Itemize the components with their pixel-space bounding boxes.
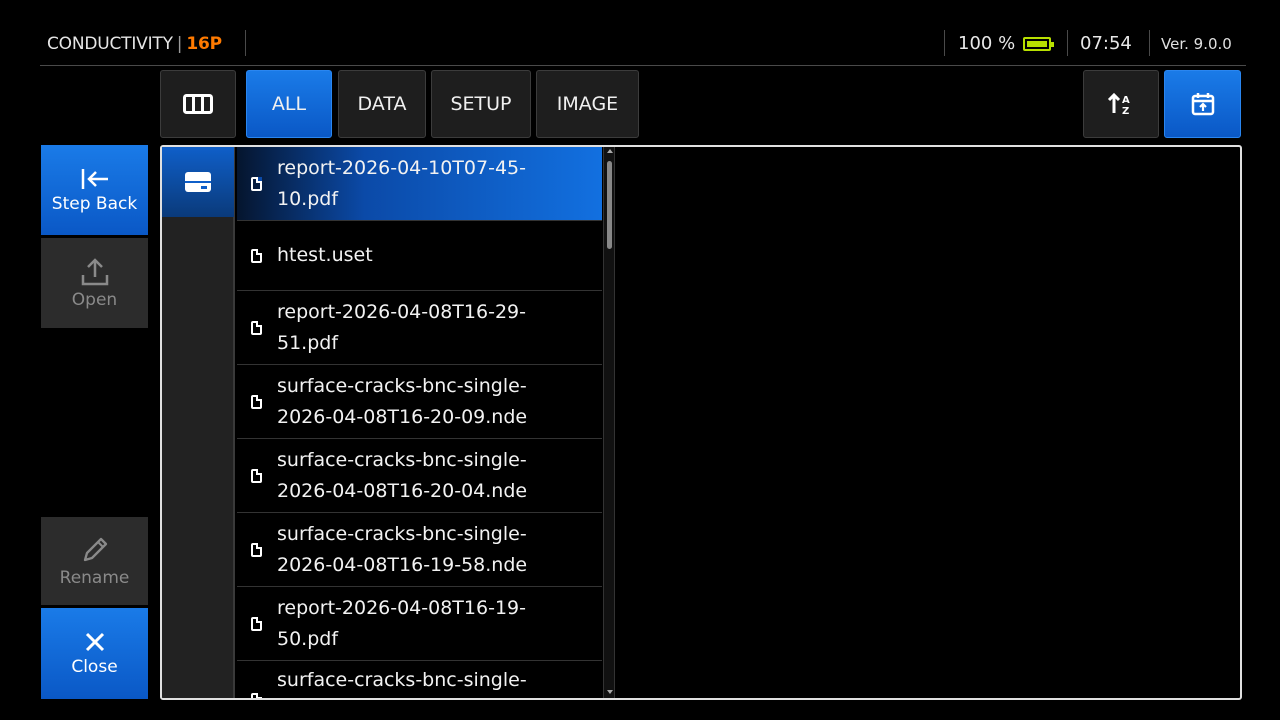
step-back-icon: [81, 168, 108, 189]
file-row[interactable]: htest.uset: [237, 221, 602, 291]
close-icon: [85, 632, 104, 652]
svg-text:A: A: [1122, 95, 1130, 106]
file-name: report-2026-04-08T16-29- 51.pdf: [277, 300, 526, 354]
file-row[interactable]: report-2026-04-08T16-19- 50.pdf: [237, 587, 602, 661]
divider: [1067, 30, 1068, 56]
internal-storage-button[interactable]: [162, 147, 234, 217]
filter-all-tab[interactable]: ALL: [246, 70, 332, 138]
sort-alpha-icon: A Z: [1107, 92, 1130, 116]
columns-icon: [183, 94, 213, 114]
rename-button[interactable]: Rename: [41, 517, 148, 605]
scroll-thumb[interactable]: [607, 161, 612, 249]
file-row[interactable]: surface-cracks-bnc-single- 2026-04-08T16…: [237, 439, 602, 513]
battery-status: 100 %: [958, 33, 1055, 54]
mode-separator: |: [176, 34, 183, 54]
version-label: Ver. 9.0.0: [1161, 35, 1232, 53]
file-icon: [251, 468, 262, 483]
status-bar: CONDUCTIVITY | 16P 100 % 07:54 Ver. 9.0.0: [40, 24, 1246, 66]
file-icon: [251, 320, 262, 335]
mode-label: CONDUCTIVITY: [47, 34, 173, 54]
battery-icon: [1023, 36, 1055, 51]
rename-label: Rename: [59, 567, 130, 588]
file-name: htest.uset: [277, 244, 373, 266]
file-row[interactable]: report-2026-04-10T07-45- 10.pdf: [237, 147, 602, 221]
divider: [245, 30, 246, 56]
divider: [944, 30, 945, 56]
probe-label: 16P: [186, 34, 222, 54]
filter-setup-tab[interactable]: SETUP: [431, 70, 531, 138]
columns-view-button[interactable]: [160, 70, 236, 138]
clock: 07:54: [1080, 33, 1132, 54]
file-icon: [251, 616, 262, 631]
storage-column: [162, 147, 235, 698]
file-list-scrollbar[interactable]: [603, 147, 615, 698]
file-name: surface-cracks-bnc-single- 2026-04-08T16…: [277, 448, 528, 502]
file-list[interactable]: report-2026-04-10T07-45- 10.pdf htest.us…: [237, 147, 602, 698]
calendar-upload-icon: [1191, 93, 1214, 116]
file-icon: [251, 248, 262, 263]
file-icon: [251, 176, 262, 191]
file-name: report-2026-04-08T16-19- 50.pdf: [277, 596, 526, 650]
file-name: report-2026-04-10T07-45- 10.pdf: [277, 156, 526, 210]
file-browser-panel: report-2026-04-10T07-45- 10.pdf htest.us…: [160, 145, 1242, 700]
close-label: Close: [71, 657, 118, 677]
file-icon: [251, 542, 262, 557]
file-name: surface-cracks-bnc-single- 2026-04-08T16…: [277, 374, 528, 428]
scroll-up-icon[interactable]: [607, 149, 613, 153]
filter-data-tab[interactable]: DATA: [338, 70, 426, 138]
step-back-button[interactable]: Step Back: [41, 145, 148, 235]
file-row[interactable]: surface-cracks-bnc-single-: [237, 661, 602, 698]
step-back-label: Step Back: [51, 193, 138, 214]
file-icon: [251, 693, 262, 698]
close-button[interactable]: Close: [41, 608, 148, 699]
pencil-icon: [83, 537, 107, 561]
file-row[interactable]: surface-cracks-bnc-single- 2026-04-08T16…: [237, 513, 602, 587]
divider: [1149, 30, 1150, 56]
upload-icon: [81, 257, 108, 285]
open-button[interactable]: Open: [41, 238, 148, 328]
file-name: surface-cracks-bnc-single-: [277, 669, 527, 691]
file-row[interactable]: surface-cracks-bnc-single- 2026-04-08T16…: [237, 365, 602, 439]
file-icon: [251, 394, 262, 409]
file-name: surface-cracks-bnc-single- 2026-04-08T16…: [277, 522, 528, 576]
open-label: Open: [71, 289, 118, 310]
scroll-down-icon[interactable]: [607, 690, 613, 694]
battery-percent: 100 %: [958, 33, 1016, 54]
sort-button[interactable]: A Z: [1083, 70, 1159, 138]
filter-image-tab[interactable]: IMAGE: [536, 70, 639, 138]
drive-icon: [185, 172, 211, 192]
svg-text:Z: Z: [1122, 106, 1129, 116]
file-row[interactable]: report-2026-04-08T16-29- 51.pdf: [237, 291, 602, 365]
mode-indicator: CONDUCTIVITY | 16P: [47, 34, 222, 54]
date-sort-button[interactable]: [1164, 70, 1241, 138]
